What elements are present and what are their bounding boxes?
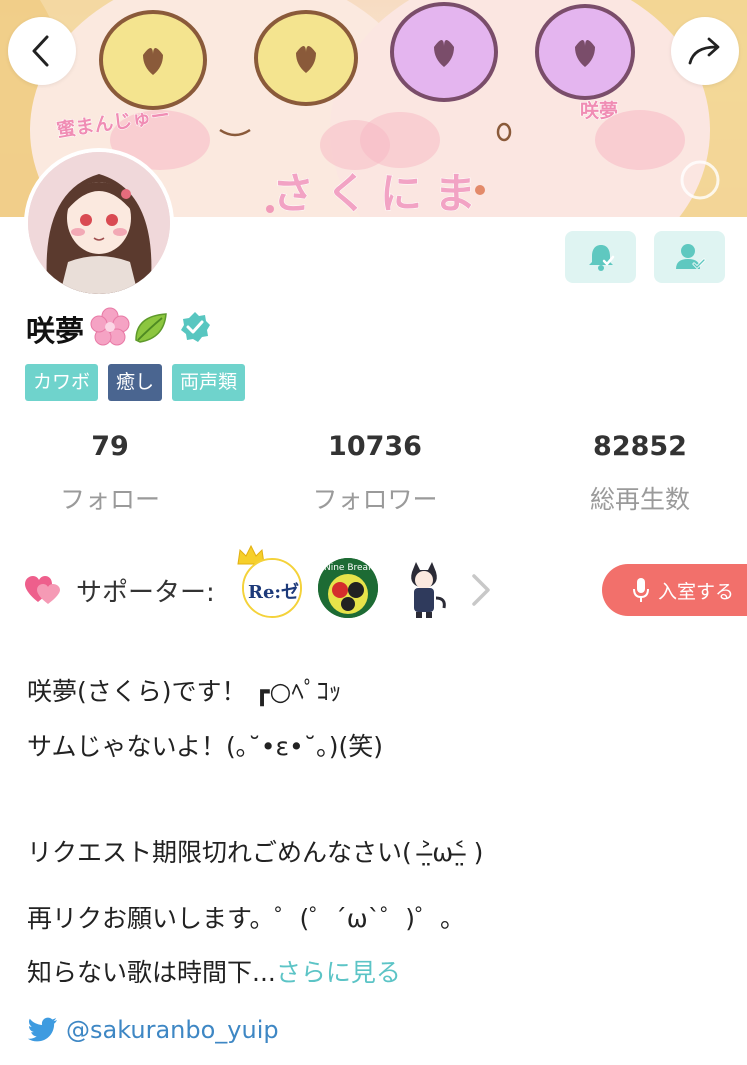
tag-ryouseirui[interactable]: 両声類 — [172, 364, 246, 401]
cherry-blossom-icon — [90, 307, 130, 351]
double-heart-icon — [24, 574, 62, 610]
twitter-bird-icon — [27, 1017, 57, 1042]
bio-line: リクエスト期限切れごめんなさい( ˃̶̤ω˂̶̤ ) — [27, 838, 484, 867]
see-more-link[interactable]: さらに見る — [276, 958, 401, 987]
stat-followers[interactable]: 10736 フォロワー — [275, 428, 475, 516]
tag-iyashi[interactable]: 癒し — [108, 364, 163, 401]
user-name: 咲夢 — [26, 314, 85, 348]
supporter-avatar-text: Nine Break — [324, 563, 374, 573]
bio-line-truncated: 知らない歌は時間下...さらに見る — [27, 953, 401, 989]
bio-line-text: 知らない歌は時間下... — [27, 958, 276, 987]
supporter-avatar[interactable]: Re:ゼロ — [242, 558, 302, 618]
supporters-row: サポーター: Re:ゼロ Nine Break — [24, 544, 747, 626]
stat-label: フォロワー — [312, 485, 438, 514]
bell-check-icon — [588, 245, 614, 271]
verified-badge-icon — [178, 310, 212, 348]
profile-tags: カワボ 癒し 両声類 — [25, 364, 246, 401]
supporter-avatar-art — [394, 558, 454, 618]
tag-kawabo[interactable]: カワボ — [25, 364, 99, 401]
bio-line: 再リクお願いします。゜(゜´ω`゜)゜。 — [27, 904, 465, 933]
bio-line: サムじゃないよ！(｡˘•ε•˘｡)(笑) — [27, 732, 384, 761]
twitter-handle: @sakuranbo_yuip — [66, 1016, 279, 1044]
enter-room-button[interactable]: 入室する — [602, 564, 747, 616]
enter-room-label: 入室する — [658, 580, 735, 603]
leaf-icon — [132, 308, 170, 350]
supporter-avatar[interactable]: Nine Break — [318, 558, 378, 618]
share-button[interactable] — [671, 17, 739, 85]
chevron-right-icon[interactable] — [468, 570, 494, 614]
chevron-left-icon — [32, 35, 49, 67]
back-button[interactable] — [8, 17, 76, 85]
supporter-avatar-art: Nine Break — [318, 558, 378, 618]
profile-name-row: 咲夢 — [26, 306, 212, 352]
supporter-avatar[interactable] — [394, 558, 454, 618]
profile-avatar[interactable] — [24, 148, 174, 298]
supporter-label: サポーター: — [76, 578, 215, 608]
share-arrow-icon — [688, 37, 720, 65]
microphone-icon — [633, 578, 649, 602]
supporter-avatar-art: Re:ゼロ — [244, 560, 300, 616]
supporter-avatar-text: Re:ゼロ — [248, 581, 300, 603]
twitter-link-row[interactable]: @sakuranbo_yuip — [26, 1016, 279, 1044]
banner-title: さくにま — [271, 169, 489, 218]
avatar-illustration — [28, 152, 170, 294]
following-button[interactable] — [654, 231, 725, 283]
user-check-icon — [675, 244, 705, 270]
stat-total-plays: 82852 総再生数 — [540, 428, 740, 516]
stat-following[interactable]: 79 フォロー — [10, 428, 210, 516]
notification-bell-button[interactable] — [565, 231, 636, 283]
stat-value: 79 — [91, 431, 129, 462]
stat-label: フォロー — [59, 485, 160, 514]
bio-line: 咲夢(さくら)です！ ┏○ﾍﾟｺｯ — [27, 677, 342, 706]
banner-right-name: 咲夢 — [579, 100, 619, 123]
stat-value: 82852 — [593, 431, 687, 462]
stat-label: 総再生数 — [589, 485, 690, 514]
stat-value: 10736 — [328, 431, 422, 462]
